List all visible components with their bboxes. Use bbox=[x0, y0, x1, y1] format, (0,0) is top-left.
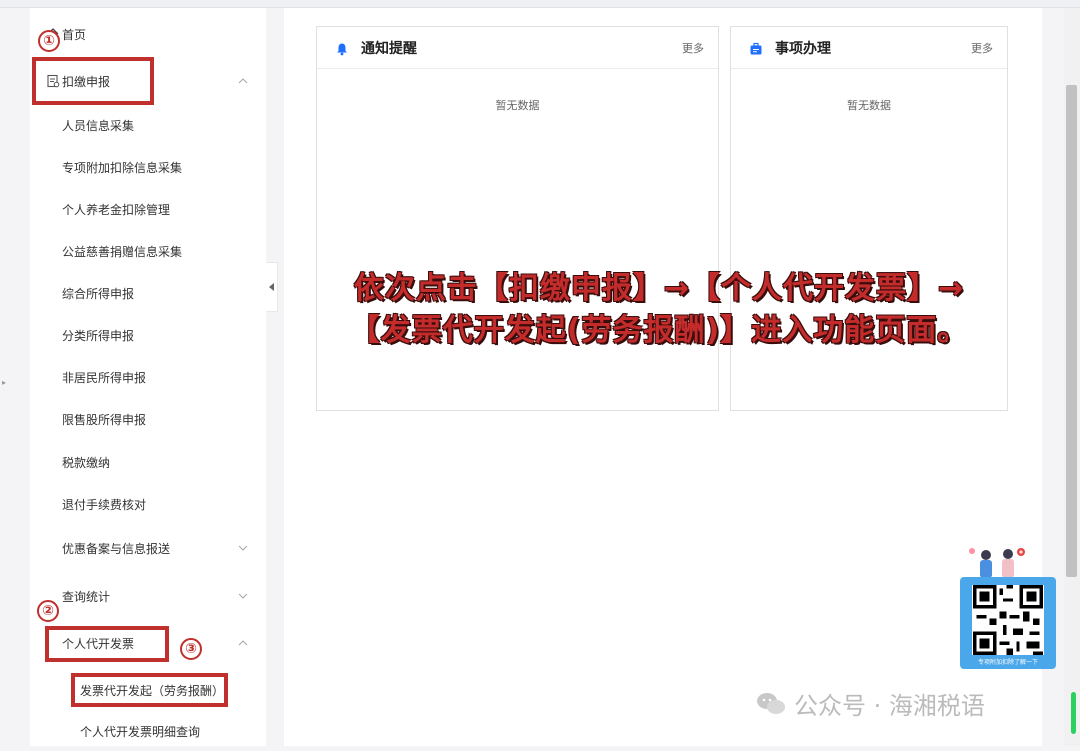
scrollbar-thumb[interactable] bbox=[1066, 85, 1077, 577]
sidebar-item-label: 退付手续费核对 bbox=[62, 497, 147, 512]
wechat-icon bbox=[757, 692, 785, 714]
sidebar-item-label: 发票代开发起（劳务报酬） bbox=[80, 683, 225, 698]
notification-card: 通知提醒 更多 暂无数据 bbox=[316, 26, 719, 411]
empty-state-text: 暂无数据 bbox=[847, 99, 891, 112]
card-header: 事项办理 更多 bbox=[731, 27, 1007, 69]
sidebar-item-fee-refund[interactable]: 退付手续费核对 bbox=[30, 484, 266, 524]
sidebar-item-tax-payment[interactable]: 税款缴纳 bbox=[30, 442, 266, 482]
chevron-down-icon bbox=[237, 590, 249, 602]
card-header: 通知提醒 更多 bbox=[317, 27, 718, 69]
sidebar-item-query-statistics[interactable]: 查询统计 bbox=[30, 576, 266, 616]
watermark: 公众号 · 海湘税语 bbox=[756, 686, 985, 721]
sidebar-item-classified-income[interactable]: 分类所得申报 bbox=[30, 315, 266, 355]
sidebar-item-charity-donation[interactable]: 公益慈善捐赠信息采集 bbox=[30, 231, 266, 271]
sidebar-item-personal-invoice[interactable]: 个人代开发票 bbox=[30, 623, 266, 663]
sidebar-item-label: 查询统计 bbox=[62, 589, 111, 604]
sidebar-item-label: 专项附加扣除信息采集 bbox=[62, 160, 183, 175]
sidebar-item-label: 首页 bbox=[62, 27, 87, 42]
sidebar-item-label: 扣缴申报 bbox=[62, 74, 111, 89]
caret-left-icon bbox=[268, 283, 274, 291]
sidebar-item-withholding-declaration[interactable]: 扣缴申报 bbox=[30, 61, 266, 101]
card-title: 通知提醒 bbox=[361, 40, 417, 57]
sidebar-item-invoice-detail-query[interactable]: 个人代开发票明细查询 bbox=[30, 711, 266, 751]
more-link[interactable]: 更多 bbox=[971, 40, 993, 56]
sidebar-item-label: 分类所得申报 bbox=[62, 328, 135, 343]
instruction-line-1: 依次点击【扣缴申报】→【个人代开发票】→ bbox=[353, 271, 965, 306]
sidebar-item-restricted-shares[interactable]: 限售股所得申报 bbox=[30, 399, 266, 439]
sidebar-item-pension-deduction[interactable]: 个人养老金扣除管理 bbox=[30, 189, 266, 229]
sidebar-item-home[interactable]: 首页 bbox=[30, 14, 266, 54]
sidebar-item-label: 人员信息采集 bbox=[62, 118, 135, 133]
bell-icon bbox=[335, 41, 349, 55]
sidebar-item-label: 个人代开发票明细查询 bbox=[80, 724, 201, 739]
sidebar-collapse-toggle[interactable] bbox=[266, 262, 278, 312]
qr-card: 专项附加扣除了解一下 bbox=[960, 577, 1056, 669]
left-edge-arrow-icon: ▸ bbox=[2, 378, 7, 387]
briefcase-icon bbox=[749, 41, 763, 55]
sidebar-item-special-deduction[interactable]: 专项附加扣除信息采集 bbox=[30, 147, 266, 187]
qr-code-widget[interactable]: 专项附加扣除了解一下 bbox=[958, 545, 1058, 671]
sidebar-item-label: 个人养老金扣除管理 bbox=[62, 202, 171, 217]
sidebar-item-nonresident-income[interactable]: 非居民所得申报 bbox=[30, 357, 266, 397]
sidebar: 首页 扣缴申报 人员信息采集 专项附加扣除信息采集 个人养老金扣除管理 公益慈善… bbox=[30, 8, 266, 746]
more-link[interactable]: 更多 bbox=[682, 40, 704, 56]
sidebar-item-label: 综合所得申报 bbox=[62, 286, 135, 301]
qr-code bbox=[972, 585, 1044, 655]
sidebar-item-personnel-info[interactable]: 人员信息采集 bbox=[30, 105, 266, 145]
chevron-down-icon bbox=[237, 542, 249, 554]
step-marker-3: ③ bbox=[180, 638, 202, 660]
sidebar-item-label: 优惠备案与信息报送 bbox=[62, 541, 171, 556]
sidebar-item-label: 公益慈善捐赠信息采集 bbox=[62, 244, 183, 259]
document-icon bbox=[46, 74, 60, 88]
qr-caption: 专项附加扣除了解一下 bbox=[977, 659, 1038, 666]
empty-state-text: 暂无数据 bbox=[495, 99, 540, 112]
watermark-text: 公众号 · 海湘税语 bbox=[794, 692, 985, 720]
sidebar-item-invoice-initiate[interactable]: 发票代开发起（劳务报酬） bbox=[30, 670, 266, 710]
sidebar-item-label: 非居民所得申报 bbox=[62, 370, 147, 385]
people-illustration bbox=[969, 548, 1025, 578]
main-content: 通知提醒 更多 暂无数据 事项办理 更多 暂无数据 bbox=[284, 8, 1042, 746]
chevron-up-icon bbox=[237, 75, 249, 87]
instruction-overlay: 依次点击【扣缴申报】→【个人代开发票】→ 【发票代开发起(劳务报酬)】进入功能页… bbox=[294, 268, 1024, 352]
step-marker-2: ② bbox=[37, 600, 59, 622]
status-indicator-bar bbox=[1071, 692, 1076, 734]
task-card: 事项办理 更多 暂无数据 bbox=[730, 26, 1008, 411]
sidebar-item-comprehensive-income[interactable]: 综合所得申报 bbox=[30, 273, 266, 313]
step-marker-1: ① bbox=[38, 30, 60, 52]
chevron-up-icon bbox=[237, 637, 249, 649]
instruction-line-2: 【发票代开发起(劳务报酬)】进入功能页面。 bbox=[349, 313, 969, 348]
card-title: 事项办理 bbox=[775, 40, 831, 57]
sidebar-item-label: 税款缴纳 bbox=[62, 455, 111, 470]
sidebar-item-label: 限售股所得申报 bbox=[62, 412, 147, 427]
sidebar-item-label: 个人代开发票 bbox=[62, 636, 135, 651]
browser-bookmark-strip bbox=[0, 0, 1080, 8]
sidebar-item-preferential-filing[interactable]: 优惠备案与信息报送 bbox=[30, 528, 266, 568]
